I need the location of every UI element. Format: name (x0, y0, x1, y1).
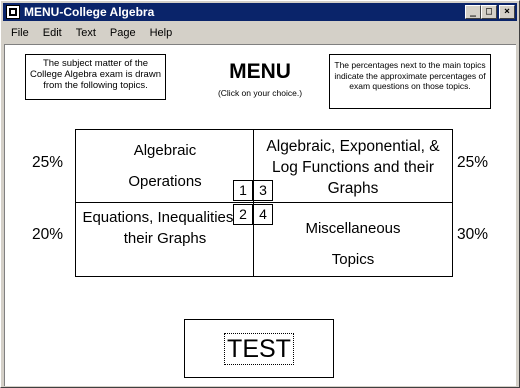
topic-4-label-line2: Topics (331, 251, 375, 268)
percent-note: The percentages next to the main topics … (329, 54, 491, 109)
topic-1-label-line1: Algebraic (133, 142, 197, 159)
topic-1-label-line2: Operations (128, 173, 202, 190)
menu-page[interactable]: Page (102, 27, 142, 39)
menu-bar: File Edit Text Page Help (3, 23, 517, 43)
title-bar[interactable]: MENU-College Algebra _ □ × (3, 3, 517, 21)
window-title: MENU-College Algebra (24, 5, 155, 19)
minimize-button[interactable]: _ (465, 5, 481, 19)
page-subtitle: (Click on your choice.) (217, 88, 303, 98)
intro-note: The subject matter of the College Algebr… (25, 54, 166, 100)
test-button[interactable]: TEST (184, 319, 334, 378)
test-button-label: TEST (224, 332, 294, 365)
menu-file[interactable]: File (3, 27, 35, 39)
topic-2-percent: 20% (32, 226, 64, 243)
window-controls: _ □ × (465, 5, 515, 19)
topic-functions-graphs[interactable]: Algebraic, Exponential, & Log Functions … (254, 130, 452, 203)
app-window: MENU-College Algebra _ □ × File Edit Tex… (0, 0, 520, 388)
topic-algebraic-operations[interactable]: Algebraic Operations (76, 130, 254, 203)
topic-number-2[interactable]: 2 (233, 204, 253, 225)
topic-miscellaneous[interactable]: Miscellaneous Topics (254, 203, 452, 276)
topic-equations-inequalities[interactable]: Equations, Inequalities & their Graphs (76, 203, 254, 276)
menu-edit[interactable]: Edit (35, 27, 68, 39)
topic-3-label: Algebraic, Exponential, & Log Functions … (266, 138, 440, 197)
app-icon[interactable] (6, 5, 20, 19)
topic-1-percent: 25% (32, 154, 64, 171)
menu-help[interactable]: Help (142, 27, 179, 39)
page-title: MENU (229, 60, 291, 83)
topic-number-3[interactable]: 3 (253, 180, 273, 201)
menu-text[interactable]: Text (68, 27, 102, 39)
topic-4-label-line1: Miscellaneous (305, 220, 401, 237)
maximize-button[interactable]: □ (481, 5, 497, 19)
topic-number-4[interactable]: 4 (253, 204, 273, 225)
topic-grid: Algebraic Operations Algebraic, Exponent… (75, 129, 453, 277)
topic-number-1[interactable]: 1 (233, 180, 253, 201)
topic-3-percent: 25% (457, 154, 489, 171)
topic-2-label: Equations, Inequalities & their Graphs (82, 209, 248, 247)
topic-4-percent: 30% (457, 226, 489, 243)
close-button[interactable]: × (499, 5, 515, 19)
content-area: The subject matter of the College Algebr… (4, 44, 516, 386)
